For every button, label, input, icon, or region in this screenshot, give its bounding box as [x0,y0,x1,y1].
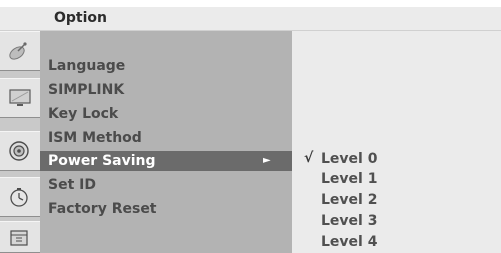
menu-item-label: SIMPLINK [48,82,125,98]
menu-item-label: Key Lock [48,106,119,122]
option-level-3[interactable]: Level 3 [321,211,377,231]
category-option[interactable] [0,221,40,253]
menu-item-ism-method[interactable]: ISM Method [48,128,142,148]
power-saving-submenu: √ Level 0 Level 1 Level 2 Level 3 Level … [292,31,501,253]
option-menu-window: Option Language SIMPLINK Key Lock ISM Me… [0,7,501,253]
menu-header: Option [0,7,501,31]
menu-item-label: Language [48,58,126,74]
speaker-icon [9,141,29,161]
selected-check-icon: √ [304,150,314,166]
option-level-1[interactable]: Level 1 [321,169,377,189]
calendar-icon [10,230,28,246]
menu-item-set-id[interactable]: Set ID [48,175,96,195]
option-level-2[interactable]: Level 2 [321,190,377,210]
menu-item-label: Factory Reset [48,201,157,217]
satellite-icon [9,42,27,60]
option-menu-list: Language SIMPLINK Key Lock ISM Method Po… [40,31,292,253]
category-audio[interactable] [0,131,40,171]
category-time[interactable] [0,177,40,217]
clock-icon [10,188,28,207]
tv-screen-icon [9,89,31,106]
menu-title: Option [54,10,107,26]
menu-item-simplink[interactable]: SIMPLINK [48,80,124,100]
menu-item-label: ISM Method [48,130,142,146]
option-level-4[interactable]: Level 4 [321,232,377,252]
menu-item-language[interactable]: Language [48,56,125,76]
category-picture[interactable] [0,78,40,118]
menu-item-label: Set ID [48,177,96,193]
submenu-arrow-icon: ► [263,155,271,166]
menu-item-key-lock[interactable]: Key Lock [48,104,118,124]
menu-item-factory-reset[interactable]: Factory Reset [48,199,157,219]
category-setup[interactable] [0,31,40,71]
category-icon-column [0,31,40,253]
menu-item-power-saving[interactable]: Power Saving ► [40,151,292,171]
option-level-0[interactable]: Level 0 [321,149,377,169]
menu-item-label: Power Saving [48,153,156,169]
